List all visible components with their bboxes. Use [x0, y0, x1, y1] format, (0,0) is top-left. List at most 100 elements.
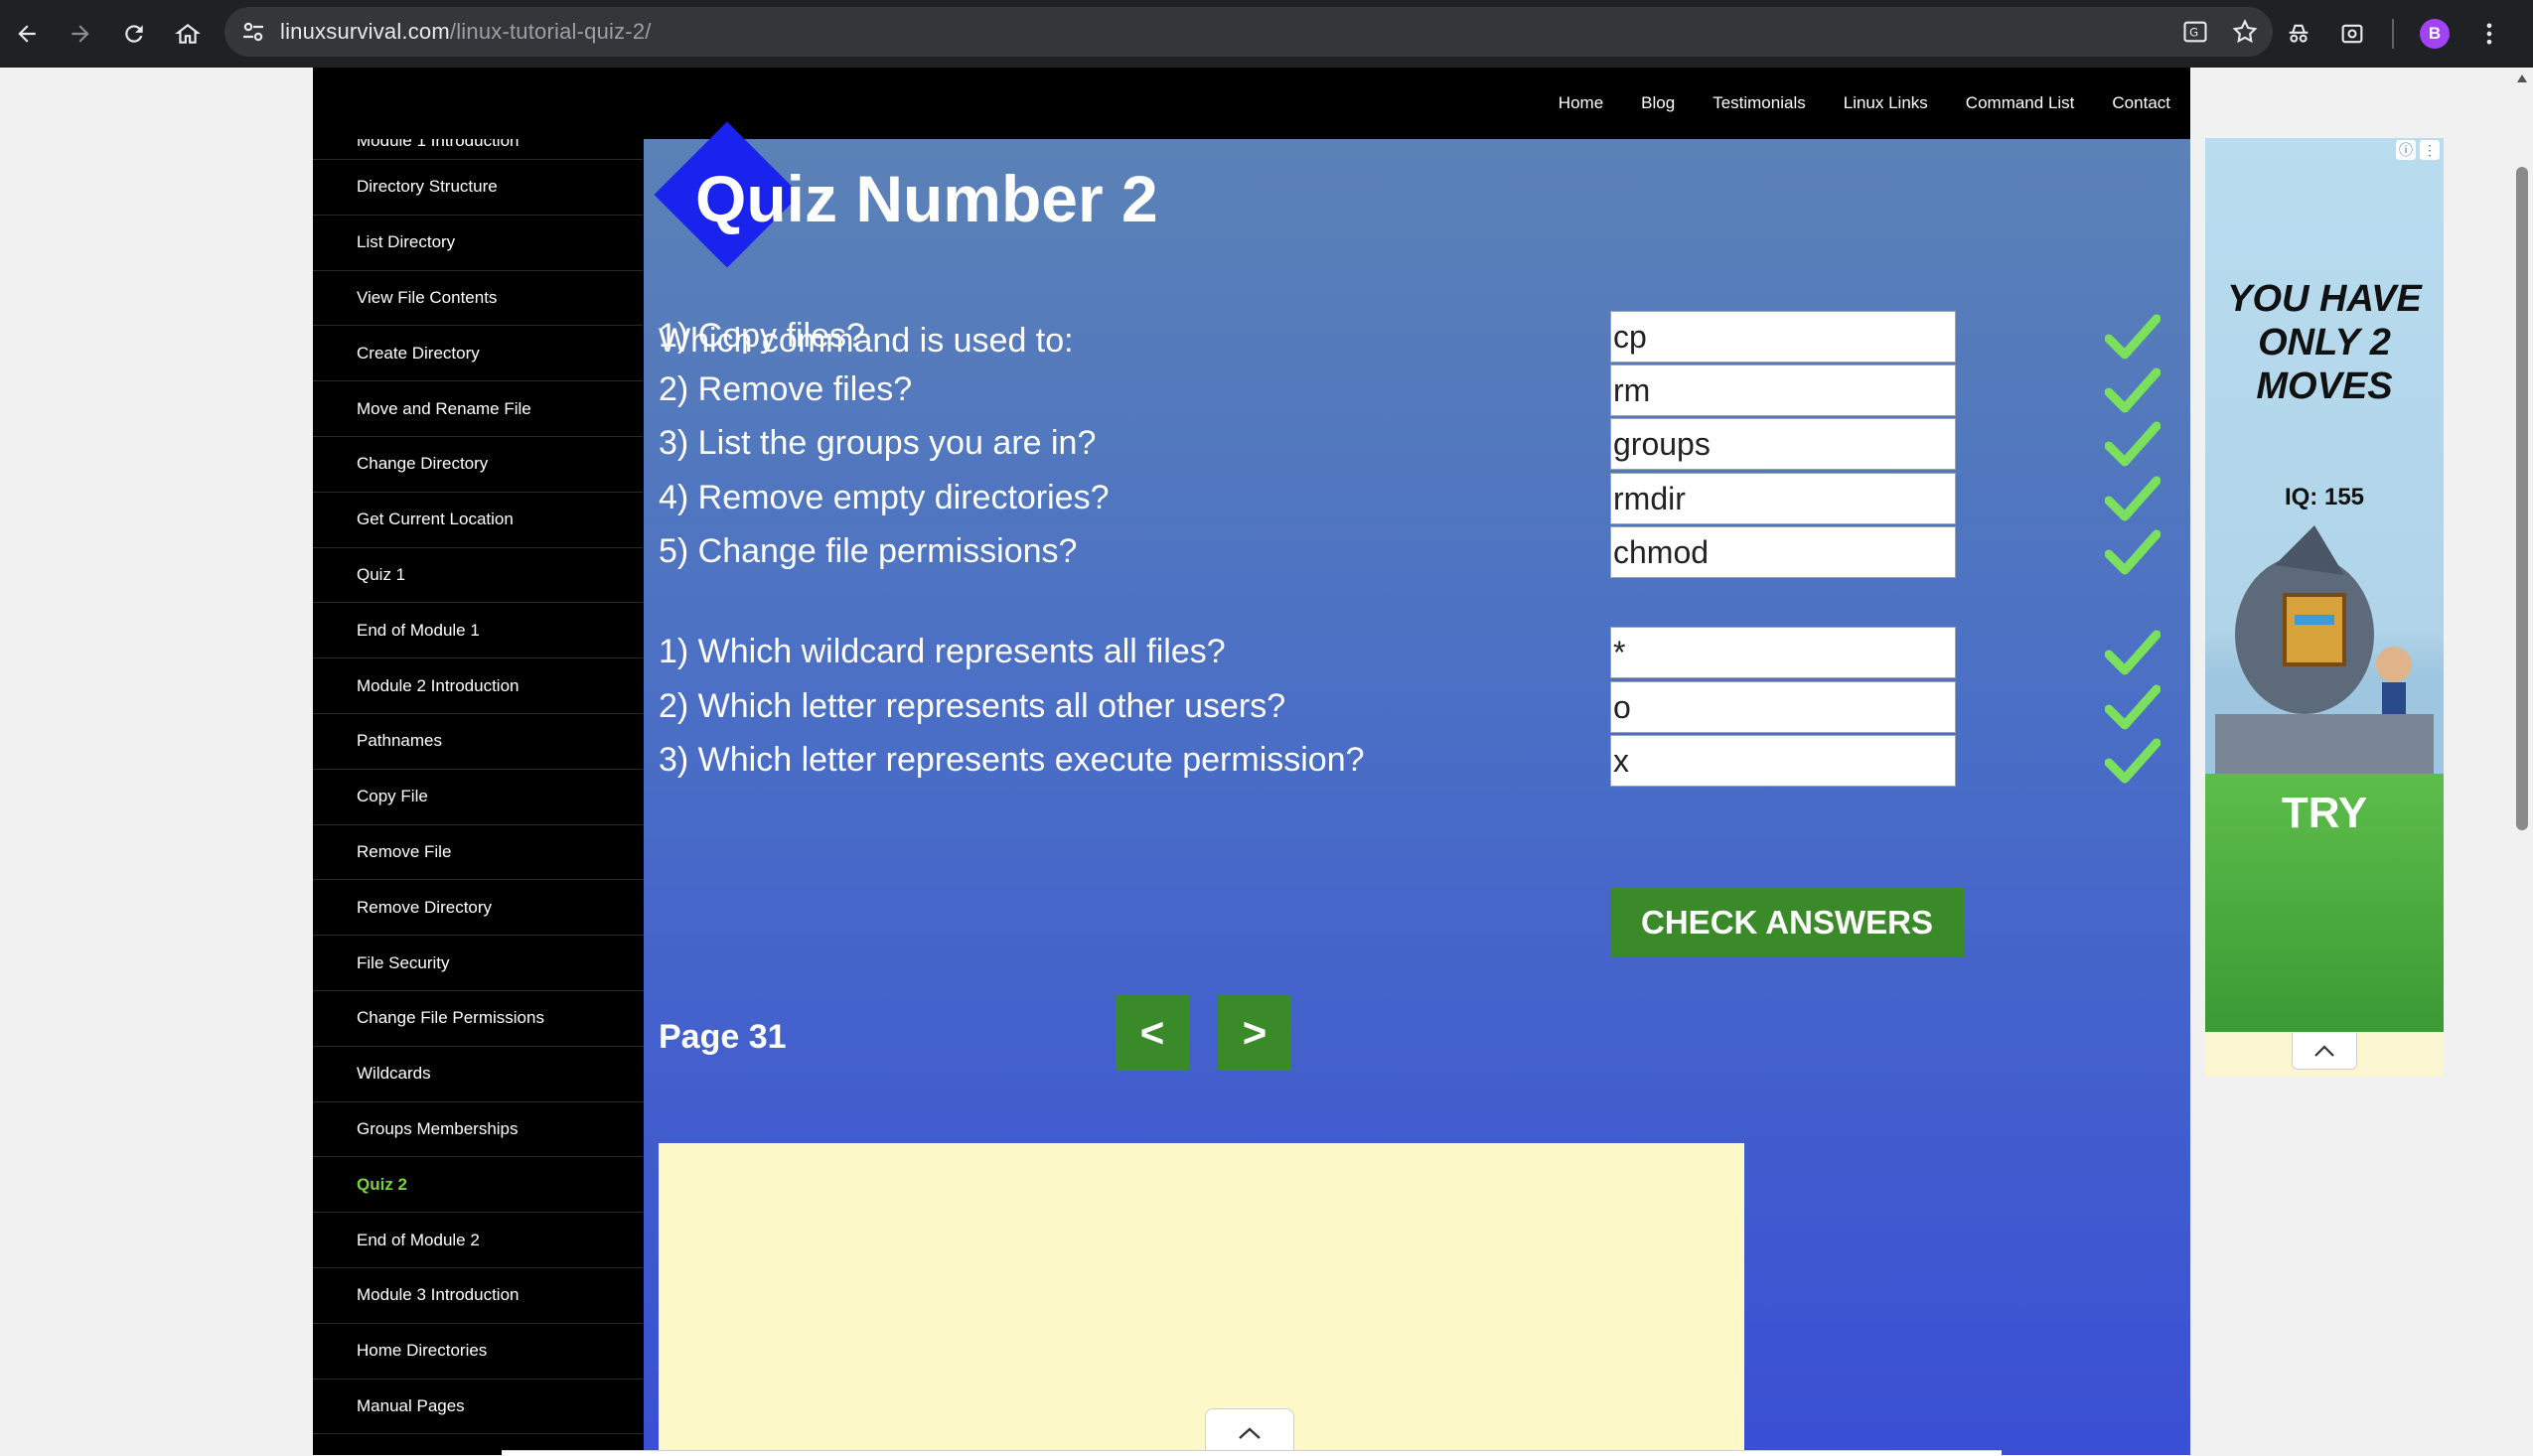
translate-icon[interactable]: G: [2181, 18, 2209, 46]
ad-headline: YOU HAVE ONLY 2 MOVES: [2227, 278, 2422, 407]
site-container: Home Blog Testimonials Linux Links Comma…: [313, 68, 2190, 1455]
sidebar-item[interactable]: Get Current Location: [313, 493, 643, 548]
ad-cta-text[interactable]: TRY: [2205, 789, 2444, 838]
nav-command-list[interactable]: Command List: [1966, 93, 2075, 113]
incognito-icon[interactable]: [2285, 20, 2312, 48]
prev-page-button[interactable]: <: [1116, 995, 1189, 1071]
sidebar-item[interactable]: Copy File: [313, 770, 643, 825]
page-scrollbar[interactable]: [2511, 68, 2533, 1455]
sidebar-item[interactable]: Groups Memberships: [313, 1102, 643, 1158]
sidebar-item[interactable]: Create Directory: [313, 326, 643, 382]
sidebar-item[interactable]: Home Directories: [313, 1324, 643, 1380]
forward-button[interactable]: [54, 7, 107, 61]
sidebar-item[interactable]: List Directory: [313, 216, 643, 271]
bottom-ad-area: [659, 1143, 1744, 1455]
page-title: Quiz Number 2: [695, 162, 1158, 235]
question-text: 3) Which letter represents execute permi…: [659, 741, 1365, 779]
chevron-up-icon: [2314, 1045, 2334, 1057]
collapse-ad-button[interactable]: [1205, 1408, 1294, 1456]
checkmark-icon: [2105, 630, 2160, 675]
quiz-question-row: 1) Which wildcard represents all files?: [659, 627, 2188, 680]
sidebar-item[interactable]: Quiz 1: [313, 548, 643, 604]
reload-button[interactable]: [107, 7, 161, 61]
quiz-question-row: 4) Remove empty directories?: [659, 473, 2188, 526]
nav-testimonials[interactable]: Testimonials: [1713, 93, 1806, 113]
browser-toolbar: linuxsurvival.com/linux-tutorial-quiz-2/…: [0, 0, 2533, 68]
nav-home[interactable]: Home: [1559, 93, 1603, 113]
answer-input[interactable]: [1610, 735, 1956, 787]
sidebar-item[interactable]: Module 2 Introduction: [313, 658, 643, 714]
quiz-question-row: 5) Change file permissions?: [659, 526, 2188, 580]
home-button[interactable]: [161, 7, 215, 61]
screenshot-icon[interactable]: [2338, 20, 2366, 48]
checkmark-icon: [2105, 684, 2160, 730]
site-info-icon[interactable]: [238, 17, 268, 47]
url-text: linuxsurvival.com/linux-tutorial-quiz-2/: [280, 19, 652, 44]
sidebar-item[interactable]: Move and Rename File: [313, 381, 643, 437]
answer-input[interactable]: [1610, 526, 1956, 578]
sidebar-item[interactable]: File Security: [313, 936, 643, 991]
forward-arrow-icon: [72, 25, 89, 43]
next-page-button[interactable]: >: [1218, 995, 1291, 1071]
answer-input[interactable]: [1610, 473, 1956, 524]
nav-contact[interactable]: Contact: [2112, 93, 2170, 113]
side-ad-footer: [2205, 1033, 2444, 1077]
bookmark-star-icon[interactable]: [2231, 18, 2259, 46]
answer-input[interactable]: [1610, 681, 1956, 733]
toolbar-separator: [2392, 19, 2394, 49]
sidebar-item[interactable]: Change File Permissions: [313, 991, 643, 1047]
sidebar-item[interactable]: Remove File: [313, 825, 643, 881]
nav-blog[interactable]: Blog: [1641, 93, 1675, 113]
question-text: 1) Which wildcard represents all files?: [659, 633, 1226, 670]
anchor-ad-bar: [502, 1450, 2002, 1456]
checkmark-icon: [2105, 314, 2160, 360]
top-navigation: Home Blog Testimonials Linux Links Comma…: [1521, 68, 2190, 139]
quiz-question-row: 2) Remove files?: [659, 364, 2188, 418]
question-text: 1) Copy files?: [659, 317, 865, 355]
checkmark-icon: [2105, 367, 2160, 413]
sidebar-item[interactable]: End of Module 1: [313, 603, 643, 659]
checkmark-icon: [2105, 738, 2160, 784]
nav-linux-links[interactable]: Linux Links: [1844, 93, 1928, 113]
scrollbar-thumb[interactable]: [2516, 167, 2528, 830]
check-answers-button[interactable]: CHECK ANSWERS: [1610, 888, 1964, 957]
side-ad-collapse-button[interactable]: [2292, 1033, 2357, 1070]
ad-menu-icon[interactable]: ⋮: [2420, 140, 2440, 160]
question-text: 2) Remove files?: [659, 370, 913, 408]
back-button[interactable]: [0, 7, 54, 61]
profile-avatar[interactable]: B: [2420, 19, 2450, 49]
scroll-up-arrow-icon[interactable]: [2516, 73, 2528, 83]
sidebar-item[interactable]: Directory Structure: [313, 160, 643, 216]
address-bar[interactable]: linuxsurvival.com/linux-tutorial-quiz-2/…: [224, 7, 2273, 57]
back-arrow-icon: [18, 25, 36, 43]
sidebar-item[interactable]: Change Directory: [313, 437, 643, 493]
chevron-up-icon: [1239, 1426, 1261, 1439]
sidebar-item[interactable]: End of Module 2: [313, 1213, 643, 1268]
question-text: 4) Remove empty directories?: [659, 479, 1110, 516]
sidebar-item[interactable]: Remove Directory: [313, 880, 643, 937]
quiz-content: Quiz Number 2 Which command is used to: …: [644, 121, 2190, 1455]
answer-input[interactable]: [1610, 418, 1956, 470]
sidebar-item[interactable]: View File Contents: [313, 271, 643, 327]
answer-input[interactable]: [1610, 364, 1956, 416]
quiz-question-row: 1) Copy files?: [659, 311, 2188, 364]
checkmark-icon: [2105, 421, 2160, 467]
quiz-question-row: 3) List the groups you are in?: [659, 418, 2188, 472]
ad-info-icon[interactable]: ⓘ: [2396, 140, 2416, 160]
home-icon: [175, 23, 201, 44]
side-advertisement[interactable]: ⓘ ⋮ YOU HAVE ONLY 2 MOVES IQ: 155 TRY: [2205, 138, 2444, 1032]
sidebar-item[interactable]: Pathnames: [313, 714, 643, 770]
sidebar-item-partial[interactable]: Module 1 Introduction: [313, 139, 643, 160]
sidebar-item[interactable]: Module 3 Introduction: [313, 1268, 643, 1324]
ad-iq-label: IQ: 155: [2284, 484, 2365, 510]
ad-info-controls: ⓘ ⋮: [2396, 140, 2440, 160]
page-number: Page 31: [659, 1018, 787, 1056]
ad-dragon-illustration: [2215, 525, 2434, 774]
checkmark-icon: [2105, 476, 2160, 521]
sidebar-item[interactable]: Wildcards: [313, 1047, 643, 1102]
kebab-menu-icon[interactable]: [2475, 20, 2503, 48]
sidebar-item[interactable]: Manual Pages: [313, 1380, 643, 1435]
answer-input[interactable]: [1610, 311, 1956, 363]
sidebar-item-active[interactable]: Quiz 2: [313, 1157, 643, 1214]
answer-input[interactable]: [1610, 627, 1956, 678]
